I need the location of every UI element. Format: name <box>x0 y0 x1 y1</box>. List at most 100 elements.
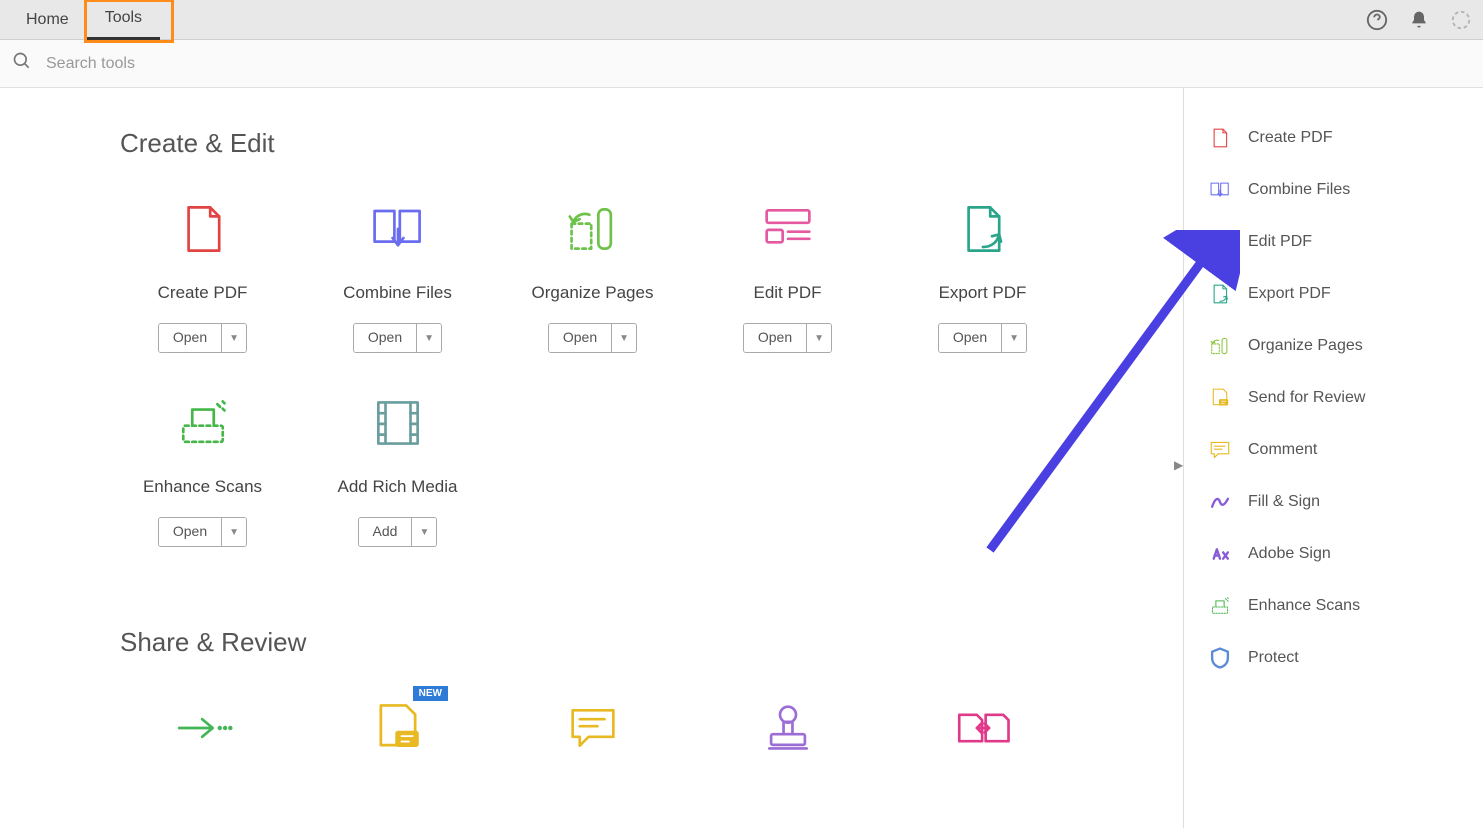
sidebar-item-label: Organize Pages <box>1248 337 1363 355</box>
tool-card-create-pdf[interactable]: Create PDF Open ▼ <box>120 199 285 353</box>
adobe-sign-icon <box>1208 542 1232 566</box>
tab-tools[interactable]: Tools <box>87 0 160 40</box>
protect-icon <box>1208 646 1232 670</box>
sidebar-collapse-handle[interactable]: ▶ <box>1174 458 1183 472</box>
tool-label: Organize Pages <box>532 283 654 303</box>
sidebar-item-enhance-scans[interactable]: Enhance Scans <box>1200 580 1467 632</box>
tool-label: Combine Files <box>343 283 452 303</box>
tool-card-compare[interactable] <box>900 698 1065 782</box>
create-pdf-icon <box>1208 126 1232 150</box>
tool-button-combine-files[interactable]: Open ▼ <box>353 323 442 353</box>
combine-files-icon <box>1208 178 1232 202</box>
tool-card-export-pdf[interactable]: Export PDF Open ▼ <box>900 199 1065 353</box>
enhance-scans-icon <box>173 393 233 453</box>
section-title-share-review: Share & Review <box>120 627 1123 658</box>
tool-button-action[interactable]: Open <box>354 324 417 352</box>
sidebar-item-send-review[interactable]: Send for Review <box>1200 372 1467 424</box>
compare-icon <box>953 698 1013 758</box>
combine-files-icon <box>368 199 428 259</box>
tool-button-create-pdf[interactable]: Open ▼ <box>158 323 247 353</box>
top-tabbar: Home Tools <box>0 0 1483 40</box>
sidebar-item-label: Adobe Sign <box>1248 545 1331 563</box>
tool-card-combine-files[interactable]: Combine Files Open ▼ <box>315 199 480 353</box>
tool-button-enhance-scans[interactable]: Open ▼ <box>158 517 247 547</box>
edit-pdf-icon <box>1208 230 1232 254</box>
sidebar-item-label: Edit PDF <box>1248 233 1312 251</box>
share-icon <box>173 698 233 758</box>
sidebar-item-label: Combine Files <box>1248 181 1350 199</box>
sidebar-item-edit-pdf[interactable]: Edit PDF <box>1200 216 1467 268</box>
tool-card-enhance-scans[interactable]: Enhance Scans Open ▼ <box>120 393 285 547</box>
tool-card-add-rich-media[interactable]: Add Rich Media Add ▼ <box>315 393 480 547</box>
help-icon[interactable] <box>1363 6 1391 34</box>
comment-icon <box>1208 438 1232 462</box>
tool-card-stamp[interactable] <box>705 698 870 782</box>
add-rich-media-icon <box>368 393 428 453</box>
tool-label: Enhance Scans <box>143 477 262 497</box>
send-review-icon <box>368 698 428 758</box>
enhance-scans-icon <box>1208 594 1232 618</box>
stamp-icon <box>758 698 818 758</box>
tool-button-action[interactable]: Open <box>744 324 807 352</box>
tool-button-organize-pages[interactable]: Open ▼ <box>548 323 637 353</box>
chevron-down-icon[interactable]: ▼ <box>222 324 246 352</box>
tool-label: Add Rich Media <box>337 477 457 497</box>
sidebar-item-fill-sign[interactable]: Fill & Sign <box>1200 476 1467 528</box>
send-review-icon <box>1208 386 1232 410</box>
sidebar-item-label: Send for Review <box>1248 389 1365 407</box>
tool-button-action[interactable]: Open <box>939 324 1002 352</box>
activity-icon[interactable] <box>1447 6 1475 34</box>
chevron-down-icon[interactable]: ▼ <box>807 324 831 352</box>
tool-button-edit-pdf[interactable]: Open ▼ <box>743 323 832 353</box>
search-input[interactable] <box>38 47 1471 81</box>
right-sidebar: ▶ Create PDF Combine Files Edit PDF Expo… <box>1183 88 1483 828</box>
sidebar-item-label: Export PDF <box>1248 285 1331 303</box>
export-pdf-icon <box>1208 282 1232 306</box>
edit-pdf-icon <box>758 199 818 259</box>
sidebar-item-create-pdf[interactable]: Create PDF <box>1200 112 1467 164</box>
tool-button-action[interactable]: Open <box>159 518 222 546</box>
tool-button-action[interactable]: Open <box>549 324 612 352</box>
chevron-down-icon[interactable]: ▼ <box>412 518 436 546</box>
tool-button-action[interactable]: Open <box>159 324 222 352</box>
sidebar-item-protect[interactable]: Protect <box>1200 632 1467 684</box>
sidebar-item-label: Fill & Sign <box>1248 493 1320 511</box>
sidebar-item-adobe-sign[interactable]: Adobe Sign <box>1200 528 1467 580</box>
comment-icon <box>563 698 623 758</box>
export-pdf-icon <box>953 199 1013 259</box>
sidebar-item-combine-files[interactable]: Combine Files <box>1200 164 1467 216</box>
tool-label: Edit PDF <box>753 283 821 303</box>
chevron-down-icon[interactable]: ▼ <box>222 518 246 546</box>
section-title-create-edit: Create & Edit <box>120 128 1123 159</box>
sidebar-item-export-pdf[interactable]: Export PDF <box>1200 268 1467 320</box>
sidebar-item-label: Protect <box>1248 649 1299 667</box>
sidebar-item-label: Create PDF <box>1248 129 1332 147</box>
tab-home[interactable]: Home <box>8 0 87 40</box>
search-icon <box>12 51 32 76</box>
bell-icon[interactable] <box>1405 6 1433 34</box>
organize-pages-icon <box>1208 334 1232 358</box>
tool-card-edit-pdf[interactable]: Edit PDF Open ▼ <box>705 199 870 353</box>
create-pdf-icon <box>173 199 233 259</box>
tools-content: Create & Edit Create PDF Open ▼ Combine … <box>0 88 1183 828</box>
sidebar-item-label: Enhance Scans <box>1248 597 1360 615</box>
tool-button-action[interactable]: Add <box>359 518 413 546</box>
badge-new: NEW <box>413 686 448 701</box>
fill-sign-icon <box>1208 490 1232 514</box>
sidebar-item-label: Comment <box>1248 441 1317 459</box>
chevron-down-icon[interactable]: ▼ <box>417 324 441 352</box>
tool-card-share[interactable] <box>120 698 285 782</box>
chevron-down-icon[interactable]: ▼ <box>1002 324 1026 352</box>
tool-label: Export PDF <box>939 283 1027 303</box>
sidebar-item-comment[interactable]: Comment <box>1200 424 1467 476</box>
tool-label: Create PDF <box>158 283 248 303</box>
tool-card-comment[interactable] <box>510 698 675 782</box>
tool-button-add-rich-media[interactable]: Add ▼ <box>358 517 438 547</box>
organize-pages-icon <box>563 199 623 259</box>
tool-card-send-review[interactable]: NEW <box>315 698 480 782</box>
chevron-down-icon[interactable]: ▼ <box>612 324 636 352</box>
search-bar <box>0 40 1483 88</box>
tool-card-organize-pages[interactable]: Organize Pages Open ▼ <box>510 199 675 353</box>
tool-button-export-pdf[interactable]: Open ▼ <box>938 323 1027 353</box>
sidebar-item-organize-pages[interactable]: Organize Pages <box>1200 320 1467 372</box>
